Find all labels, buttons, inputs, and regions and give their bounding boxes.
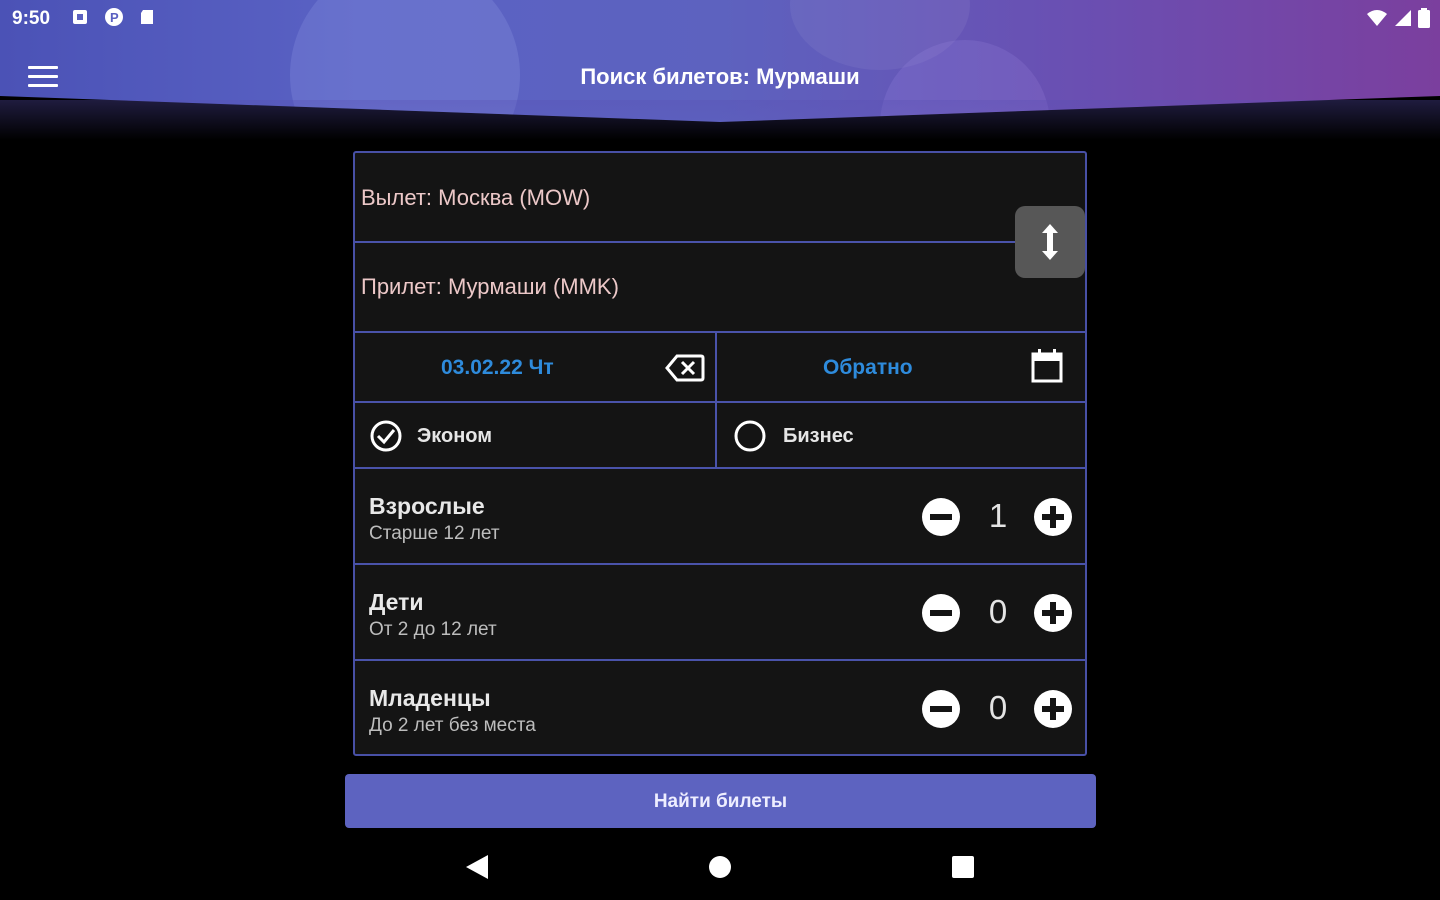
passenger-title: Взрослые	[369, 493, 485, 519]
passenger-count: 0	[988, 593, 1008, 630]
signal-icon	[1395, 10, 1411, 26]
search-tickets-button[interactable]: Найти билеты	[345, 774, 1096, 828]
back-icon[interactable]	[462, 852, 492, 882]
arrival-label: Прилет: Мурмаши (MMK)	[361, 274, 619, 299]
search-form: Вылет: Москва (MOW) Прилет: Мурмаши (MMK…	[353, 151, 1087, 756]
status-time: 9:50	[12, 8, 51, 29]
svg-text:P: P	[110, 10, 119, 25]
minus-icon[interactable]	[921, 497, 961, 537]
plus-icon[interactable]	[1033, 593, 1073, 633]
return-date: Обратно	[823, 356, 913, 379]
swap-route-button[interactable]	[1015, 206, 1085, 278]
passenger-count: 1	[988, 497, 1008, 534]
departure-field[interactable]: Вылет: Москва (MOW)	[355, 153, 1085, 243]
backspace-clear-icon[interactable]	[665, 353, 705, 383]
outbound-date-field[interactable]: 03.02.22 Чт	[355, 333, 717, 401]
business-label: Бизнес	[783, 425, 854, 447]
calendar-icon[interactable]	[1031, 349, 1063, 383]
wifi-icon	[1367, 10, 1387, 26]
passenger-row-infants: Младенцы До 2 лет без места 0	[355, 661, 1085, 754]
passenger-subtitle: От 2 до 12 лет	[369, 619, 497, 640]
p-badge-icon: P	[105, 8, 123, 26]
radio-unchecked-icon[interactable]	[733, 419, 767, 453]
class-row: Эконом Бизнес	[355, 403, 1085, 469]
minus-icon[interactable]	[921, 689, 961, 729]
economy-label: Эконом	[417, 425, 493, 447]
arrival-field[interactable]: Прилет: Мурмаши (MMK)	[355, 243, 1085, 333]
plus-icon[interactable]	[1033, 497, 1073, 537]
passenger-count: 0	[988, 689, 1008, 726]
departure-label: Вылет: Москва (MOW)	[361, 185, 591, 210]
system-nav-bar	[0, 832, 1440, 900]
passenger-title: Младенцы	[369, 685, 491, 711]
sd-card-icon	[141, 10, 153, 24]
business-option[interactable]: Бизнес	[717, 403, 1083, 467]
radio-checked-icon[interactable]	[369, 419, 403, 453]
battery-icon	[1418, 8, 1430, 28]
passenger-title: Дети	[369, 589, 424, 615]
passenger-subtitle: Старше 12 лет	[369, 523, 500, 544]
recents-icon[interactable]	[948, 852, 978, 882]
economy-option[interactable]: Эконом	[355, 403, 717, 467]
plus-icon[interactable]	[1033, 689, 1073, 729]
page-title: Поиск билетов: Мурмаши	[580, 64, 860, 89]
passenger-row-adults: Взрослые Старше 12 лет 1	[355, 469, 1085, 565]
passenger-row-children: Дети От 2 до 12 лет 0	[355, 565, 1085, 661]
status-bar: 9:50 P	[0, 0, 1440, 38]
dates-row: 03.02.22 Чт Обратно	[355, 333, 1085, 403]
sim-card-icon	[73, 10, 87, 24]
home-icon[interactable]	[705, 852, 735, 882]
header-glow	[0, 100, 1440, 140]
swap-vertical-icon	[1042, 224, 1058, 260]
outbound-date: 03.02.22 Чт	[441, 356, 554, 379]
passenger-subtitle: До 2 лет без места	[369, 715, 536, 736]
minus-icon[interactable]	[921, 593, 961, 633]
return-date-field[interactable]: Обратно	[717, 333, 1083, 401]
